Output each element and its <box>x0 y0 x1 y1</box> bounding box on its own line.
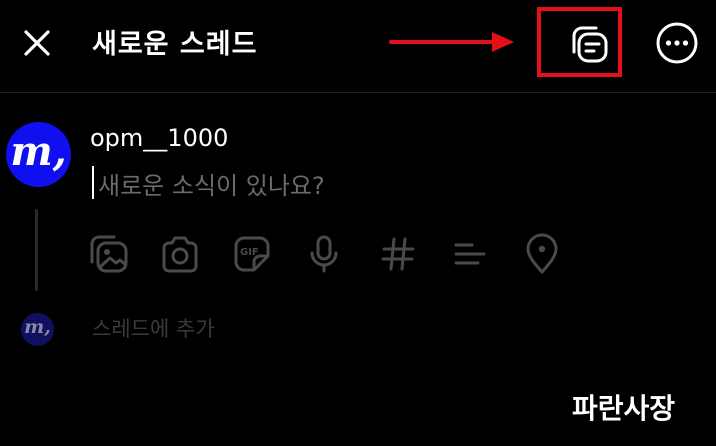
more-options-icon <box>656 22 698 64</box>
add-thread-avatar: m, <box>21 313 54 346</box>
text-cursor <box>92 166 94 199</box>
location-icon <box>526 233 558 274</box>
page-title: 새로운 스레드 <box>92 29 258 60</box>
drafts-button[interactable] <box>566 22 612 68</box>
image-gallery-icon <box>90 235 128 273</box>
header-divider <box>0 92 716 93</box>
watermark: 파란사장 <box>572 392 676 425</box>
gif-icon: GIF <box>234 236 270 272</box>
avatar[interactable]: m, <box>6 122 71 187</box>
gif-button[interactable]: GIF <box>230 232 274 276</box>
compose-input[interactable]: 새로운 소식이 있나요? <box>98 166 325 201</box>
more-options-button[interactable] <box>654 20 700 66</box>
username: opm__1000 <box>90 124 229 152</box>
avatar-letter: m, <box>10 128 67 175</box>
hashtag-icon <box>381 237 415 271</box>
thread-connector-line <box>35 209 38 291</box>
close-button[interactable] <box>16 22 58 64</box>
camera-button[interactable] <box>158 232 202 276</box>
close-icon <box>24 30 50 56</box>
list-button[interactable] <box>448 232 492 276</box>
microphone-icon <box>310 235 338 273</box>
microphone-button[interactable] <box>302 232 346 276</box>
hashtag-button[interactable] <box>376 232 420 276</box>
svg-text:GIF: GIF <box>240 247 259 258</box>
add-thread-avatar-letter: m, <box>24 316 51 338</box>
annotation-arrow <box>389 32 514 52</box>
list-icon <box>454 243 486 265</box>
location-button[interactable] <box>520 232 564 276</box>
drafts-icon <box>572 26 608 63</box>
camera-icon <box>162 236 198 273</box>
add-to-thread-button[interactable]: 스레드에 추가 <box>92 313 215 343</box>
image-gallery-button[interactable] <box>88 232 132 276</box>
